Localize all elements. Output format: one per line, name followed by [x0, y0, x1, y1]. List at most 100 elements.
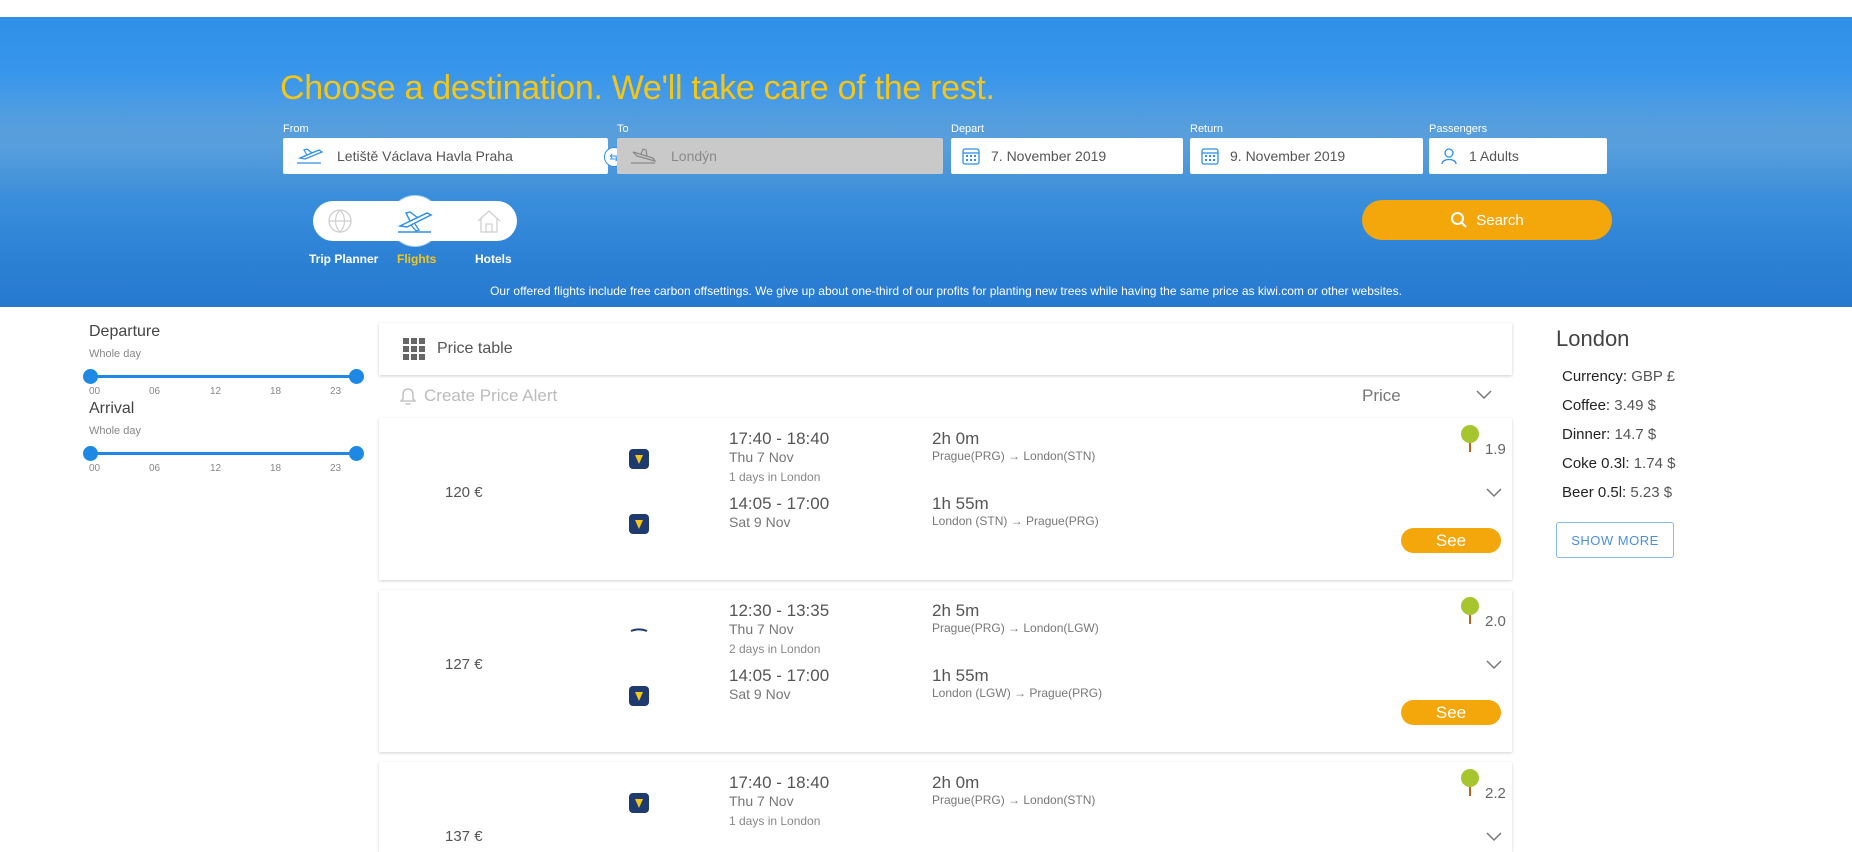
plane-icon: [397, 211, 433, 233]
stat-value: 1.74 $: [1633, 455, 1676, 472]
passengers-label: Passengers: [1429, 123, 1488, 135]
mode-flights[interactable]: [390, 196, 440, 246]
top-strip: [0, 0, 1852, 17]
mode-hotels[interactable]: [464, 196, 514, 246]
ryanair-logo-icon: [629, 514, 649, 534]
grid-icon: [403, 338, 425, 360]
outbound-times: 12:30 - 13:35: [729, 601, 830, 620]
tick-label: 00: [89, 386, 101, 397]
stay-duration: 1 days in London: [729, 814, 821, 828]
see-button[interactable]: See: [1401, 528, 1501, 553]
stat-value: 3.49 $: [1614, 397, 1656, 414]
calendar-icon: [961, 145, 981, 167]
arrival-filter-title: Arrival: [89, 400, 135, 417]
departure-slider-max-handle[interactable]: [349, 369, 364, 384]
passengers-value: 1 Adults: [1469, 148, 1519, 164]
stay-duration: 1 days in London: [729, 470, 821, 484]
chevron-down-icon[interactable]: [1486, 660, 1502, 670]
tick-label: 00: [89, 463, 101, 474]
hero-headline: Choose a destination. We'll take care of…: [280, 69, 995, 107]
price: 127 €: [445, 656, 483, 673]
mode-trip-planner[interactable]: [315, 196, 365, 246]
city-stat: Coke 0.3l: 1.74 $: [1562, 455, 1675, 472]
departure-slider-min-handle[interactable]: [83, 369, 98, 384]
mode-label-trip-planner: Trip Planner: [309, 252, 379, 266]
departure-slider-track[interactable]: [90, 375, 356, 378]
tick-label: 06: [149, 386, 161, 397]
mode-label-hotels: Hotels: [475, 252, 512, 266]
create-price-alert-label: Create Price Alert: [424, 386, 558, 405]
stat-label: Dinner:: [1562, 426, 1611, 443]
flight-result-card[interactable]: 127 € 12:30 - 13:35 Thu 7 Nov 2 days in …: [379, 590, 1512, 752]
tick-label: 18: [270, 463, 282, 474]
tick-label: 18: [270, 386, 282, 397]
stay-duration: 2 days in London: [729, 642, 821, 656]
chevron-down-icon[interactable]: [1476, 390, 1492, 400]
arrival-slider-track[interactable]: [90, 452, 356, 455]
from-field[interactable]: Letiště Václava Havla Praha: [283, 138, 608, 174]
return-field[interactable]: 9. November 2019: [1190, 138, 1423, 174]
co2-value: 2.2: [1485, 785, 1506, 802]
price: 120 €: [445, 484, 483, 501]
bell-icon: [399, 388, 417, 405]
departure-filter-sub: Whole day: [89, 348, 141, 360]
stat-value: 14.7 $: [1614, 426, 1657, 443]
return-value: 9. November 2019: [1230, 148, 1346, 164]
see-button[interactable]: See: [1401, 700, 1501, 725]
outbound-route: Prague(PRG) → London(STN): [932, 793, 1096, 807]
carbon-note: Our offered flights include free carbon …: [490, 284, 1402, 298]
return-times: 14:05 - 17:00: [729, 494, 830, 513]
city-stat: Beer 0.5l: 5.23 $: [1562, 484, 1672, 501]
arrival-slider-min-handle[interactable]: [83, 446, 98, 461]
create-price-alert[interactable]: Create Price Alert: [398, 386, 557, 406]
tree-icon: [1461, 769, 1479, 796]
outbound-date: Thu 7 Nov: [729, 449, 794, 465]
outbound-duration: 2h 5m: [932, 601, 980, 620]
search-button[interactable]: Search: [1362, 200, 1612, 240]
arrival-filter-sub: Whole day: [89, 425, 141, 437]
passengers-field[interactable]: 1 Adults: [1429, 138, 1607, 174]
arrival-slider-max-handle[interactable]: [349, 446, 364, 461]
return-times: 14:05 - 17:00: [729, 666, 830, 685]
return-date: Sat 9 Nov: [729, 686, 791, 702]
return-route: London (LGW) → Prague(PRG): [932, 686, 1103, 700]
flight-result-card[interactable]: 120 € 17:40 - 18:40 Thu 7 Nov 1 days in …: [379, 418, 1512, 580]
calendar-icon: [1200, 145, 1220, 167]
chevron-down-icon[interactable]: [1486, 488, 1502, 498]
from-value: Letiště Václava Havla Praha: [337, 148, 513, 164]
tick-label: 06: [149, 463, 161, 474]
stat-value: GBP £: [1631, 368, 1676, 385]
outbound-date: Thu 7 Nov: [729, 793, 794, 809]
ryanair-logo-icon: [629, 449, 649, 469]
to-value: Londýn: [671, 148, 717, 164]
outbound-route: Prague(PRG) → London(STN): [932, 449, 1096, 463]
stat-label: Currency:: [1562, 368, 1628, 385]
depart-label: Depart: [951, 123, 985, 135]
price-table-toggle[interactable]: Price table: [379, 323, 1512, 375]
outbound-times: 17:40 - 18:40: [729, 773, 830, 792]
outbound-date: Thu 7 Nov: [729, 621, 794, 637]
globe-icon: [328, 209, 352, 233]
depart-value: 7. November 2019: [991, 148, 1107, 164]
stat-label: Coke 0.3l:: [1562, 455, 1630, 472]
outbound-duration: 2h 0m: [932, 429, 980, 448]
stat-label: Beer 0.5l:: [1562, 484, 1627, 501]
co2-value: 2.0: [1485, 613, 1506, 630]
city-stat: Currency: GBP £: [1562, 368, 1675, 385]
tick-label: 12: [210, 463, 222, 474]
return-route: London (STN) → Prague(PRG): [932, 514, 1099, 528]
from-label: From: [283, 123, 309, 135]
departure-filter-title: Departure: [89, 323, 161, 340]
takeoff-icon: [295, 145, 325, 167]
house-icon: [477, 210, 501, 233]
to-field[interactable]: Londýn: [617, 138, 943, 174]
to-label: To: [617, 123, 629, 135]
depart-field[interactable]: 7. November 2019: [951, 138, 1183, 174]
flight-result-card[interactable]: 137 € 17:40 - 18:40 Thu 7 Nov 1 days in …: [379, 762, 1512, 852]
sort-select[interactable]: Price: [1362, 386, 1401, 406]
return-duration: 1h 55m: [932, 666, 989, 685]
show-more-button[interactable]: SHOW MORE: [1556, 522, 1674, 558]
stat-label: Coffee:: [1562, 397, 1611, 414]
co2-value: 1.9: [1485, 441, 1506, 458]
chevron-down-icon[interactable]: [1486, 832, 1502, 842]
